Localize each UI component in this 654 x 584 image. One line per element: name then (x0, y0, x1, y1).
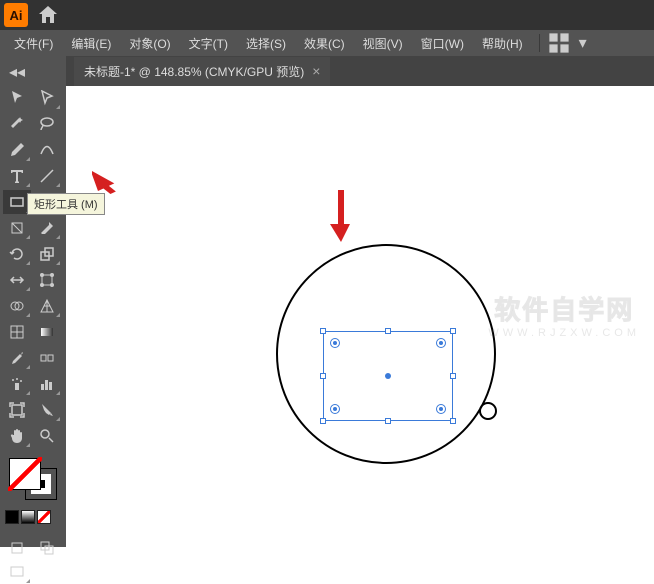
menu-select[interactable]: 选择(S) (238, 32, 294, 55)
selection-handle[interactable] (385, 418, 391, 424)
selection-handle[interactable] (385, 328, 391, 334)
menu-bar: 文件(F) 编辑(E) 对象(O) 文字(T) 选择(S) 效果(C) 视图(V… (0, 30, 654, 56)
home-icon[interactable] (36, 3, 60, 27)
center-point[interactable] (385, 373, 391, 379)
free-transform-tool[interactable] (33, 268, 61, 292)
gradient-tool[interactable] (33, 320, 61, 344)
magic-wand-tool[interactable] (3, 112, 31, 136)
menu-file[interactable]: 文件(F) (6, 32, 61, 55)
lasso-tool[interactable] (33, 112, 61, 136)
separator (539, 34, 540, 52)
watermark: 软件自学网 WWW.RJZXW.COM (488, 290, 640, 339)
menu-help[interactable]: 帮助(H) (474, 32, 531, 55)
scale-tool[interactable] (33, 242, 61, 266)
symbol-sprayer-tool[interactable] (3, 372, 31, 396)
selection-handle[interactable] (450, 418, 456, 424)
selection-handle[interactable] (450, 328, 456, 334)
drawing-mode-normal[interactable] (3, 536, 31, 560)
selected-rectangle[interactable] (323, 331, 453, 421)
perspective-grid-tool[interactable] (33, 294, 61, 318)
menu-object[interactable]: 对象(O) (121, 32, 178, 55)
corner-widget[interactable] (436, 404, 446, 414)
type-tool[interactable] (3, 164, 31, 188)
canvas-area: 未标题-1* @ 148.85% (CMYK/GPU 预览) × (66, 56, 654, 547)
blend-tool[interactable] (33, 346, 61, 370)
selection-handle[interactable] (320, 418, 326, 424)
workspace-switcher-icon[interactable] (548, 32, 570, 54)
corner-widget[interactable] (436, 338, 446, 348)
slice-tool[interactable] (33, 398, 61, 422)
close-icon[interactable]: × (312, 63, 320, 79)
rotate-tool[interactable] (3, 242, 31, 266)
corner-widget[interactable] (330, 338, 340, 348)
shape-builder-tool[interactable] (3, 294, 31, 318)
menu-window[interactable]: 窗口(W) (413, 32, 472, 55)
tooltip: 矩形工具 (M) (27, 193, 105, 215)
watermark-url: WWW.RJZXW.COM (488, 327, 640, 339)
selection-handle[interactable] (320, 373, 326, 379)
toolbar: ◂◂ (0, 56, 66, 547)
menu-view[interactable]: 视图(V) (355, 32, 411, 55)
document-tabs: 未标题-1* @ 148.85% (CMYK/GPU 预览) × (66, 56, 654, 86)
eyedropper-tool[interactable] (3, 346, 31, 370)
zoom-tool[interactable] (33, 424, 61, 448)
annotation-arrow-icon (330, 190, 352, 247)
menu-edit[interactable]: 编辑(E) (63, 32, 119, 55)
color-swatch[interactable] (5, 510, 19, 524)
selection-handle[interactable] (450, 373, 456, 379)
canvas[interactable]: 软件自学网 WWW.RJZXW.COM (66, 86, 654, 547)
fill-swatch[interactable] (9, 458, 41, 490)
mesh-tool[interactable] (3, 320, 31, 344)
direct-selection-tool[interactable] (33, 86, 61, 110)
corner-widget[interactable] (330, 404, 340, 414)
toolbar-collapse-icon[interactable]: ◂◂ (3, 60, 31, 84)
curvature-tool[interactable] (33, 138, 61, 162)
menu-effect[interactable]: 效果(C) (296, 32, 353, 55)
pen-tool[interactable] (3, 138, 31, 162)
watermark-text: 软件自学网 (488, 290, 640, 327)
menu-type[interactable]: 文字(T) (181, 32, 236, 55)
selection-tool[interactable] (3, 86, 31, 110)
small-circle-shape[interactable] (479, 402, 497, 420)
eraser-tool[interactable] (33, 216, 61, 240)
width-tool[interactable] (3, 268, 31, 292)
column-graph-tool[interactable] (33, 372, 61, 396)
workspace: ◂◂ (0, 56, 654, 547)
artboard-tool[interactable] (3, 398, 31, 422)
document-tab[interactable]: 未标题-1* @ 148.85% (CMYK/GPU 预览) × (74, 57, 330, 86)
shaper-tool[interactable] (3, 216, 31, 240)
selection-handle[interactable] (320, 328, 326, 334)
tab-title: 未标题-1* @ 148.85% (CMYK/GPU 预览) (84, 63, 304, 80)
color-mode-swatches (5, 510, 61, 524)
fill-stroke-swatches[interactable] (3, 454, 63, 504)
title-bar: Ai (0, 0, 654, 30)
gradient-swatch[interactable] (21, 510, 35, 524)
screen-mode-icon[interactable] (3, 560, 31, 584)
app-logo: Ai (4, 3, 28, 27)
chevron-down-icon[interactable]: ▾ (572, 32, 594, 54)
none-swatch[interactable] (37, 510, 51, 524)
line-tool[interactable] (33, 164, 61, 188)
hand-tool[interactable] (3, 424, 31, 448)
drawing-mode-behind[interactable] (33, 536, 61, 560)
